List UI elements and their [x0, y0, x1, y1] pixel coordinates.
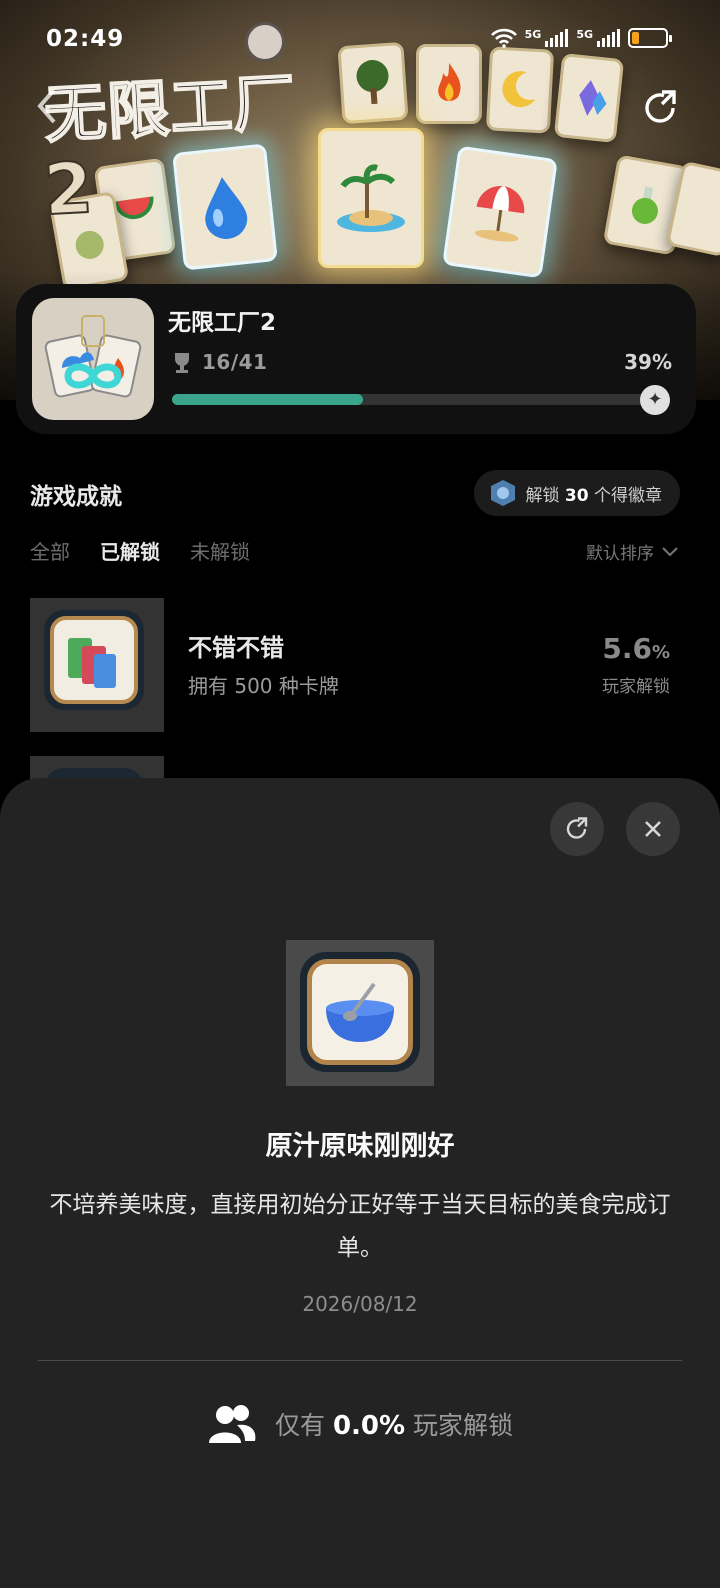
sparkle-badge-icon: ✦ — [640, 385, 670, 415]
achievement-rate: 5.6% — [602, 632, 670, 665]
achievement-row[interactable]: 不错不错 拥有 500 种卡牌 5.6% 玩家解锁 — [30, 598, 690, 732]
tab-locked[interactable]: 未解锁 — [190, 536, 250, 565]
game-summary-card: 无限工厂2 16/41 39% ✦ — [16, 284, 696, 434]
badge-pill-text: 解锁 30 个得徽章 — [525, 485, 662, 506]
sheet-share-button[interactable] — [550, 802, 604, 856]
detail-thumb — [286, 940, 434, 1086]
share-icon — [566, 817, 588, 839]
back-button[interactable] — [34, 86, 64, 126]
achievement-badge — [44, 610, 144, 710]
bowl-icon — [326, 982, 394, 1042]
progress-fill — [172, 394, 364, 405]
umbrella-icon — [474, 186, 525, 242]
wifi-icon — [490, 28, 517, 48]
detail-badge — [300, 952, 420, 1072]
achievement-name: 不错不错 — [188, 634, 284, 662]
progress-bar — [172, 394, 662, 405]
potion-icon — [631, 186, 658, 224]
badge-unlock-pill[interactable]: 解锁 30 个得徽章 — [473, 470, 680, 516]
chevron-left-icon — [37, 88, 56, 124]
section-title: 游戏成就 — [30, 484, 122, 510]
signal-label-1: 5G — [524, 28, 542, 41]
share-icon — [645, 90, 676, 123]
close-button[interactable] — [626, 802, 680, 856]
status-bar: 02:49 5G 5G — [0, 0, 720, 80]
divider — [38, 1360, 682, 1361]
close-icon — [645, 821, 661, 837]
sort-dropdown[interactable]: 默认排序 — [586, 539, 678, 564]
achievement-thumb — [30, 598, 164, 732]
game-title: 无限工厂2 — [168, 310, 277, 336]
game-app-icon — [32, 298, 154, 420]
achievement-rate-label: 玩家解锁 — [602, 677, 670, 697]
header-share-button[interactable] — [640, 88, 680, 128]
status-icons: 5G 5G — [490, 28, 672, 48]
signal-bars-2-icon — [597, 29, 620, 47]
achievement-tabs: 全部 已解锁 未解锁 — [30, 536, 250, 565]
battery-icon — [628, 28, 672, 48]
trophy-icon — [175, 353, 189, 373]
island-icon — [337, 164, 405, 232]
tab-unlocked[interactable]: 已解锁 — [100, 536, 160, 565]
water-drop-icon — [205, 177, 248, 239]
chevron-down-icon — [662, 546, 678, 556]
signal-label-2: 5G — [576, 28, 593, 41]
rarity-text: 仅有 0.0% 玩家解锁 — [274, 1411, 514, 1441]
clock: 02:49 — [46, 26, 125, 52]
notification-avatar-icon — [245, 22, 285, 62]
signal-bars-1-icon — [545, 29, 569, 47]
progress-percent: 39% — [624, 350, 672, 374]
unlock-date: 2026/08/12 — [302, 1292, 418, 1316]
card-beach — [442, 145, 558, 279]
crystal-icon — [579, 80, 607, 116]
detail-title: 原汁原味刚刚好 — [265, 1131, 455, 1162]
badge-icon — [490, 480, 515, 506]
books-icon — [68, 638, 116, 688]
tab-all[interactable]: 全部 — [30, 536, 70, 565]
card-water — [172, 143, 278, 271]
users-icon — [208, 1405, 256, 1443]
detail-description: 不培养美味度，直接用初始分正好等于当天目标的美食完成订单。 — [49, 1192, 671, 1261]
card-island — [318, 128, 424, 268]
rarity-info: 仅有 0.0% 玩家解锁 — [0, 1403, 720, 1445]
logo-number: 2 — [41, 146, 97, 232]
achievement-description: 拥有 500 种卡牌 — [188, 674, 339, 698]
achievement-detail-sheet: 原汁原味刚刚好 不培养美味度，直接用初始分正好等于当天目标的美食完成订单。 20… — [0, 778, 720, 1588]
unlocked-count: 16/41 — [202, 350, 268, 374]
sort-label: 默认排序 — [586, 544, 654, 564]
